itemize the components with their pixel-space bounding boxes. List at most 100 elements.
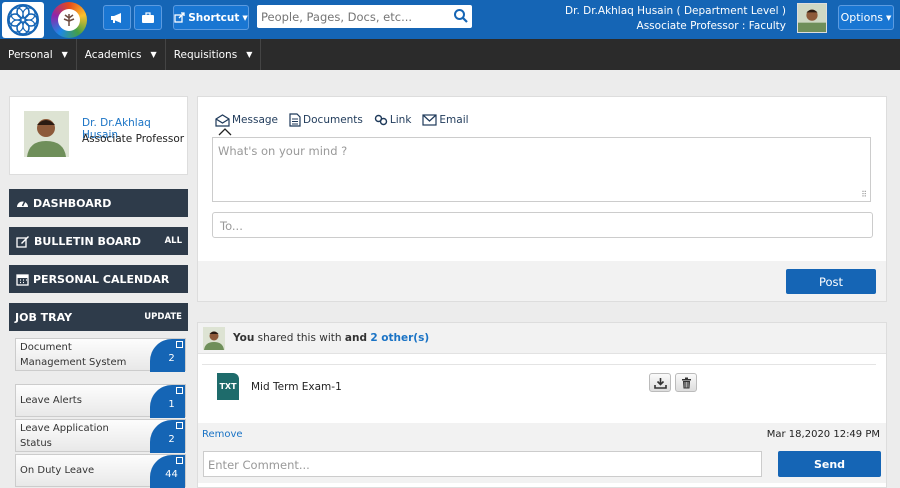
briefcase-button[interactable]: [134, 5, 162, 30]
post-composer: Message Documents Link Email What's on y…: [197, 96, 887, 302]
profile-avatar[interactable]: [24, 111, 69, 157]
menu-label: Academics: [84, 48, 142, 61]
file-name[interactable]: Mid Term Exam-1: [251, 381, 342, 393]
options-button[interactable]: Options ▼: [838, 5, 894, 30]
caret-down-icon: ▼: [886, 13, 892, 22]
job-count: 2: [168, 353, 175, 364]
feed-item-meta: Remove Mar 18,2020 12:49 PM: [198, 423, 886, 447]
remove-link[interactable]: Remove: [202, 429, 243, 440]
user-name: Dr. Dr.Akhlaq Husain ( Department Level …: [565, 5, 786, 17]
menu-label: Requisitions: [173, 48, 238, 61]
personal-calendar-link[interactable]: PERSONAL CALENDAR: [9, 265, 188, 293]
job-tray-header: JOB TRAY UPDATE: [9, 303, 188, 331]
menu-label: Personal: [8, 48, 53, 61]
dashboard-link[interactable]: DASHBOARD: [9, 189, 188, 217]
tab-email[interactable]: Email: [422, 113, 469, 127]
envelope-open-icon: [215, 113, 230, 127]
attached-file: TXT Mid Term Exam-1: [202, 364, 876, 404]
job-count-badge: 1: [150, 385, 185, 418]
message-textarea[interactable]: What's on your mind ? ⠿: [212, 137, 871, 202]
tab-label: Email: [439, 114, 469, 126]
shortcut-button[interactable]: Shortcut ▼: [173, 5, 249, 30]
menu-personal[interactable]: Personal ▼: [0, 39, 77, 70]
job-count: 1: [168, 399, 175, 410]
search-box: [257, 5, 472, 28]
tab-label: Link: [389, 114, 412, 126]
dashboard-icon: [17, 200, 28, 207]
job-item-leave-alerts[interactable]: Leave Alerts 1: [15, 384, 186, 418]
expand-icon: [176, 387, 183, 394]
job-item-label: Document Management System: [20, 341, 127, 368]
tab-documents[interactable]: Documents: [289, 113, 363, 127]
job-item-leave-application-status[interactable]: Leave Application Status 2: [15, 419, 186, 453]
top-bar: Shortcut ▼ Dr. Dr.Akhlaq Husain ( Depart…: [0, 0, 900, 39]
post-date: Mar 18,2020 12:49 PM: [766, 429, 880, 440]
download-button[interactable]: [649, 373, 671, 392]
post-button[interactable]: Post: [786, 269, 876, 294]
trash-icon: [681, 377, 691, 388]
calendar-icon: [16, 273, 29, 286]
tab-label: Documents: [303, 114, 363, 126]
dashboard-label: DASHBOARD: [33, 196, 112, 210]
announcement-button[interactable]: [103, 5, 131, 30]
message-placeholder: What's on your mind ?: [218, 144, 348, 158]
active-tab-indicator: [218, 128, 232, 136]
menu-requisitions[interactable]: Requisitions ▼: [166, 39, 262, 70]
caret-down-icon: ▼: [246, 50, 253, 59]
app-logo[interactable]: [51, 2, 87, 38]
search-input[interactable]: [257, 6, 447, 27]
link-icon: [374, 114, 388, 126]
shared-text: shared this with: [254, 332, 345, 344]
sidebar: Dr. Dr.Akhlaq Husain Associate Professor…: [9, 96, 188, 488]
menu-academics[interactable]: Academics ▼: [77, 39, 166, 70]
and-text: and: [344, 332, 367, 344]
tab-link[interactable]: Link: [374, 113, 412, 127]
bulletin-all-link[interactable]: ALL: [165, 236, 182, 246]
main-menu: Personal ▼ Academics ▼ Requisitions ▼: [0, 39, 900, 70]
calendar-label: PERSONAL CALENDAR: [33, 272, 170, 286]
edit-icon: [16, 235, 29, 248]
resize-grip-icon[interactable]: ⠿: [861, 190, 867, 199]
profile-card: Dr. Dr.Akhlaq Husain Associate Professor: [9, 96, 188, 175]
jobtray-update-link[interactable]: UPDATE: [144, 312, 182, 322]
others-link[interactable]: 2 other(s): [370, 332, 429, 344]
tab-message[interactable]: Message: [215, 113, 278, 127]
job-count-badge: 2: [150, 339, 185, 372]
megaphone-icon: [111, 12, 121, 23]
user-avatar[interactable]: [797, 3, 827, 33]
user-role: Associate Professor : Faculty: [636, 20, 786, 32]
send-button[interactable]: Send: [778, 451, 881, 477]
recipient-placeholder: To...: [220, 219, 243, 233]
bulletin-board-link[interactable]: BULLETIN BOARD ALL: [9, 227, 188, 255]
job-count-badge: 44: [150, 455, 185, 488]
job-item-label: On Duty Leave: [20, 465, 95, 476]
poster-avatar[interactable]: [203, 327, 225, 350]
job-item-label: Leave Alerts: [20, 395, 82, 406]
options-label: Options: [840, 11, 884, 24]
delete-button[interactable]: [675, 373, 697, 392]
user-info: Dr. Dr.Akhlaq Husain ( Department Level …: [565, 4, 786, 34]
search-icon[interactable]: [453, 8, 469, 24]
job-count: 2: [168, 434, 175, 445]
poster-name[interactable]: You: [233, 332, 254, 344]
expand-icon: [176, 457, 183, 464]
share-text: You shared this with and 2 other(s): [233, 332, 429, 344]
expand-icon: [176, 341, 183, 348]
job-item-label: Leave Application Status: [20, 422, 109, 449]
envelope-icon: [422, 114, 438, 126]
briefcase-icon: [142, 11, 154, 23]
job-count-badge: 2: [150, 420, 185, 453]
txt-file-icon: TXT: [217, 373, 239, 400]
profile-role: Associate Professor: [82, 133, 185, 145]
comment-placeholder: Enter Comment...: [208, 458, 310, 472]
recipient-input[interactable]: To...: [212, 212, 873, 238]
tab-label: Message: [232, 114, 279, 126]
caret-down-icon: ▼: [150, 50, 157, 59]
institution-logo[interactable]: [2, 2, 44, 38]
comment-input[interactable]: Enter Comment...: [203, 451, 762, 477]
caret-down-icon: ▼: [61, 50, 68, 59]
external-link-icon: [174, 12, 185, 23]
job-item-on-duty-leave[interactable]: On Duty Leave 44: [15, 454, 186, 488]
download-icon: [653, 377, 667, 389]
job-item-document-management[interactable]: Document Management System 2: [15, 338, 186, 372]
